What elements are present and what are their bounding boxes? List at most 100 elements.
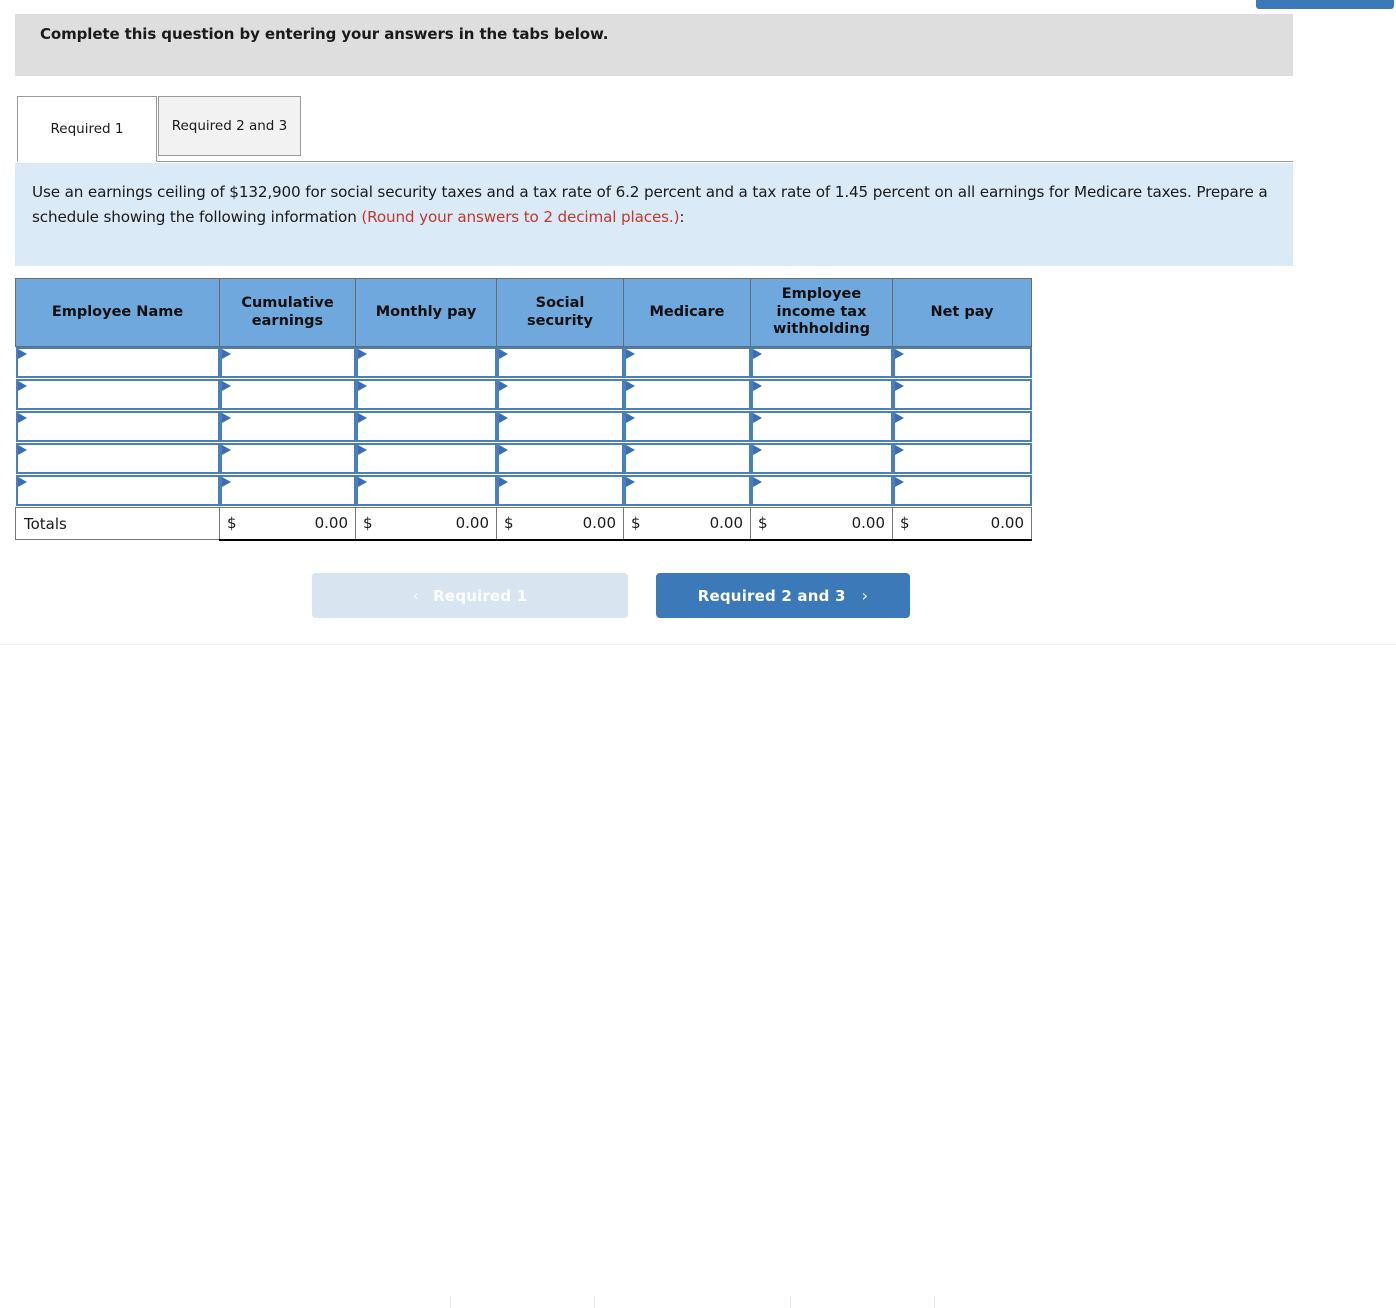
input-cell[interactable] (15, 475, 220, 506)
cell-medicare (623, 411, 751, 443)
dropdown-triangle-icon (17, 413, 27, 423)
next-button-label: Required 2 and 3 (697, 586, 846, 605)
cell-text-input[interactable] (904, 445, 1026, 472)
input-cell[interactable] (496, 475, 624, 506)
input-cell[interactable] (15, 347, 220, 378)
cell-text-input[interactable] (762, 381, 887, 408)
input-cell[interactable] (892, 475, 1032, 506)
cell-text-input[interactable] (27, 349, 214, 376)
cell-text-input[interactable] (635, 413, 745, 440)
input-cell[interactable] (355, 347, 497, 378)
tab-required-2-and-3[interactable]: Required 2 and 3 (158, 96, 301, 156)
bottom-separator (934, 1296, 935, 1308)
cell-text-input[interactable] (508, 445, 618, 472)
cell-text-input[interactable] (635, 381, 745, 408)
input-cell[interactable] (892, 379, 1032, 410)
input-cell[interactable] (750, 347, 893, 378)
cell-text-input[interactable] (635, 477, 745, 504)
input-cell[interactable] (15, 379, 220, 410)
table-row (15, 475, 1032, 508)
cell-text-input[interactable] (904, 413, 1026, 440)
cell-text-input[interactable] (508, 477, 618, 504)
dropdown-triangle-icon (625, 413, 635, 423)
tab-required-1[interactable]: Required 1 (17, 96, 157, 162)
input-cell[interactable] (355, 379, 497, 410)
input-cell[interactable] (750, 379, 893, 410)
cell-text-input[interactable] (635, 349, 745, 376)
cell-text-input[interactable] (367, 477, 491, 504)
input-cell[interactable] (219, 347, 356, 378)
bottom-separator (594, 1296, 595, 1308)
cell-text-input[interactable] (367, 349, 491, 376)
totals-monthly-pay: $ 0.00 (355, 507, 497, 541)
input-cell[interactable] (496, 443, 624, 474)
dropdown-triangle-icon (498, 349, 508, 359)
bottom-separator (450, 1296, 451, 1308)
input-cell[interactable] (623, 443, 751, 474)
cell-text-input[interactable] (231, 413, 350, 440)
input-cell[interactable] (219, 411, 356, 442)
cell-text-input[interactable] (27, 413, 214, 440)
previous-required-1-button[interactable]: ‹ Required 1 (312, 573, 628, 618)
cell-text-input[interactable] (508, 381, 618, 408)
cell-text-input[interactable] (762, 477, 887, 504)
cell-text-input[interactable] (231, 381, 350, 408)
input-cell[interactable] (892, 411, 1032, 442)
cell-text-input[interactable] (508, 413, 618, 440)
cell-text-input[interactable] (635, 445, 745, 472)
input-cell[interactable] (355, 411, 497, 442)
input-cell[interactable] (623, 475, 751, 506)
cell-text-input[interactable] (27, 445, 214, 472)
cell-text-input[interactable] (367, 413, 491, 440)
input-cell[interactable] (750, 443, 893, 474)
top-right-button[interactable] (1256, 0, 1394, 9)
cell-employee-name (15, 379, 220, 411)
cell-medicare (623, 475, 751, 508)
payroll-schedule-table-container: Employee Name Cumulative earnings Monthl… (15, 278, 1032, 541)
cell-cumulative-earnings (219, 411, 356, 443)
cell-text-input[interactable] (231, 445, 350, 472)
cell-text-input[interactable] (762, 445, 887, 472)
cell-text-input[interactable] (367, 381, 491, 408)
cell-text-input[interactable] (231, 349, 350, 376)
input-cell[interactable] (496, 347, 624, 378)
input-cell[interactable] (892, 443, 1032, 474)
cell-text-input[interactable] (762, 349, 887, 376)
col-header-employee-income-tax-withholding: Employee income tax withholding (750, 278, 893, 347)
cell-text-input[interactable] (27, 381, 214, 408)
input-cell[interactable] (219, 379, 356, 410)
cell-text-input[interactable] (904, 477, 1026, 504)
input-cell[interactable] (623, 347, 751, 378)
input-cell[interactable] (623, 411, 751, 442)
table-row (15, 411, 1032, 443)
dropdown-triangle-icon (894, 349, 904, 359)
cell-monthly-pay (355, 379, 497, 411)
input-cell[interactable] (355, 475, 497, 506)
input-cell[interactable] (15, 443, 220, 474)
cell-employee-name (15, 411, 220, 443)
input-cell[interactable] (750, 475, 893, 506)
cell-social-security (496, 379, 624, 411)
cell-text-input[interactable] (508, 349, 618, 376)
dropdown-triangle-icon (17, 349, 27, 359)
cell-text-input[interactable] (367, 445, 491, 472)
next-required-2-and-3-button[interactable]: Required 2 and 3 › (656, 573, 910, 618)
totals-value: 0.00 (582, 514, 616, 533)
input-cell[interactable] (355, 443, 497, 474)
input-cell[interactable] (219, 443, 356, 474)
input-cell[interactable] (496, 411, 624, 442)
input-cell[interactable] (750, 411, 893, 442)
cell-text-input[interactable] (904, 381, 1026, 408)
col-header-cumulative-earnings: Cumulative earnings (219, 278, 356, 347)
input-cell[interactable] (623, 379, 751, 410)
input-cell[interactable] (219, 475, 356, 506)
cell-monthly-pay (355, 443, 497, 475)
cell-text-input[interactable] (904, 349, 1026, 376)
input-cell[interactable] (892, 347, 1032, 378)
input-cell[interactable] (15, 411, 220, 442)
input-cell[interactable] (496, 379, 624, 410)
cell-text-input[interactable] (27, 477, 214, 504)
cell-text-input[interactable] (762, 413, 887, 440)
cell-text-input[interactable] (231, 477, 350, 504)
payroll-schedule-table: Employee Name Cumulative earnings Monthl… (15, 278, 1032, 541)
